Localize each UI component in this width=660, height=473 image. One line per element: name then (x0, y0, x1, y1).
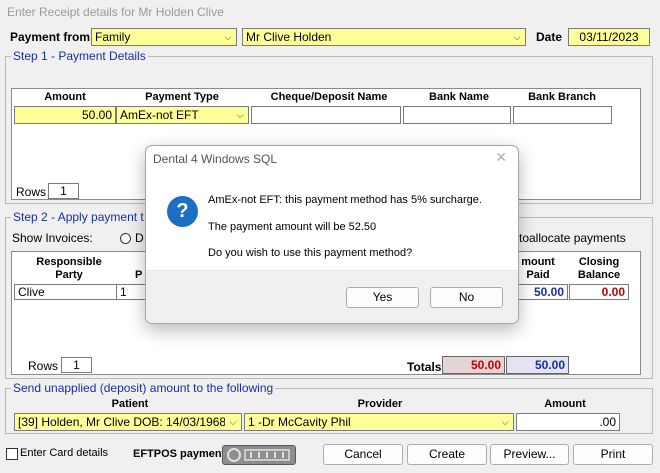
bank-branch-input[interactable] (513, 106, 612, 124)
step1-rows-input[interactable]: 1 (48, 183, 79, 199)
cancel-button[interactable]: Cancel (323, 444, 403, 465)
create-button-label: Create (428, 447, 466, 461)
no-button[interactable]: No (430, 287, 503, 308)
date-label: Date (536, 30, 563, 44)
totals-label: Totals (407, 360, 442, 374)
col-amount-paid: mount Paid (521, 256, 555, 281)
print-button-label: Print (600, 447, 626, 461)
date-field[interactable]: 03/11/2023 (568, 28, 650, 46)
confirm-dialog: Dental 4 Windows SQL ✕ ? AmEx-not EFT: t… (145, 145, 519, 324)
col-p: P (135, 269, 143, 281)
payment-from-combo[interactable]: Family ⌵ (91, 28, 237, 46)
show-invoices-radio[interactable] (120, 233, 131, 244)
payment-type-value: AmEx-not EFT (120, 108, 199, 122)
dialog-footer: Yes No (146, 270, 518, 323)
col-amount: Amount (44, 91, 86, 103)
step3-title: Send unapplied (deposit) amount to the f… (11, 381, 276, 395)
create-button[interactable]: Create (407, 444, 487, 465)
payment-from-value: Family (95, 30, 131, 44)
autoallocate-label[interactable]: toallocate payments (519, 231, 626, 245)
step2-title: Step 2 - Apply payment t (11, 210, 146, 224)
yes-button[interactable]: Yes (346, 287, 419, 308)
step1-rows-label: Rows (16, 185, 47, 199)
show-invoices-radio-label: D (135, 231, 144, 245)
total-red: 50.00 (442, 356, 505, 374)
deposit-provider-value: 1 -Dr McCavity Phil (248, 415, 351, 429)
chevron-down-icon[interactable]: ⌵ (509, 29, 525, 45)
col-bank-branch: Bank Branch (528, 91, 596, 103)
col-closing-balance: Closing Balance (577, 256, 621, 281)
col-cheque-deposit-name: Cheque/Deposit Name (270, 91, 388, 103)
chevron-down-icon[interactable]: ⌵ (497, 414, 513, 430)
cheque-name-input[interactable] (251, 106, 401, 124)
preview-button-label: Preview... (503, 447, 556, 461)
total-blue: 50.00 (506, 356, 569, 374)
amount-input[interactable]: 50.00 (14, 106, 116, 124)
step2-rows-input[interactable]: 1 (61, 357, 92, 373)
row-closing-balance: 0.00 (569, 284, 629, 300)
chevron-down-icon[interactable]: ⌵ (225, 414, 241, 430)
payment-from-label: Payment from (10, 30, 91, 44)
step1-title: Step 1 - Payment Details (11, 49, 148, 63)
question-icon: ? (167, 196, 198, 227)
col-responsible-party: Responsible Party (36, 256, 102, 281)
deposit-patient-combo[interactable]: [39] Holden, Mr Clive DOB: 14/03/1968 ⌵ (14, 413, 242, 431)
no-button-label: No (458, 290, 475, 304)
show-invoices-label: Show Invoices: (12, 231, 93, 245)
patient-combo[interactable]: Mr Clive Holden ⌵ (242, 28, 526, 46)
deposit-provider-combo[interactable]: 1 -Dr McCavity Phil ⌵ (244, 413, 514, 431)
col-amount-deposit: Amount (544, 398, 586, 410)
chevron-down-icon[interactable]: ⌵ (220, 29, 236, 45)
print-button[interactable]: Print (573, 444, 653, 465)
payment-type-combo[interactable]: AmEx-not EFT ⌵ (116, 106, 249, 124)
col-provider: Provider (357, 398, 403, 410)
dialog-line2: The payment amount will be 52.50 (208, 221, 377, 233)
row-p[interactable]: 1 (116, 284, 148, 300)
cancel-button-label: Cancel (344, 447, 382, 461)
yes-button-label: Yes (372, 290, 393, 304)
chevron-down-icon[interactable]: ⌵ (232, 107, 248, 123)
card-details-label: Enter Card details (20, 447, 109, 459)
dialog-line3: Do you wish to use this payment method? (208, 247, 413, 259)
deposit-patient-value: [39] Holden, Mr Clive DOB: 14/03/1968 (18, 415, 227, 429)
window-title: Enter Receipt details for Mr Holden Cliv… (7, 5, 224, 19)
col-patient: Patient (111, 398, 149, 410)
bank-name-input[interactable] (403, 106, 511, 124)
eftpos-label: EFTPOS payment (133, 448, 226, 460)
col-payment-type: Payment Type (145, 91, 219, 103)
deposit-amount-input[interactable]: .00 (516, 413, 620, 431)
preview-button[interactable]: Preview... (490, 444, 569, 465)
eftpos-logo-icon[interactable] (222, 445, 296, 465)
step2-rows-label: Rows (28, 359, 59, 373)
col-bank-name: Bank Name (429, 91, 489, 103)
card-details-checkbox[interactable] (6, 448, 18, 460)
close-icon[interactable]: ✕ (495, 149, 507, 166)
row-party[interactable]: Clive (14, 284, 117, 300)
dialog-title: Dental 4 Windows SQL (153, 152, 278, 166)
dialog-line1: AmEx-not EFT: this payment method has 5%… (208, 194, 482, 206)
patient-value: Mr Clive Holden (246, 30, 332, 44)
